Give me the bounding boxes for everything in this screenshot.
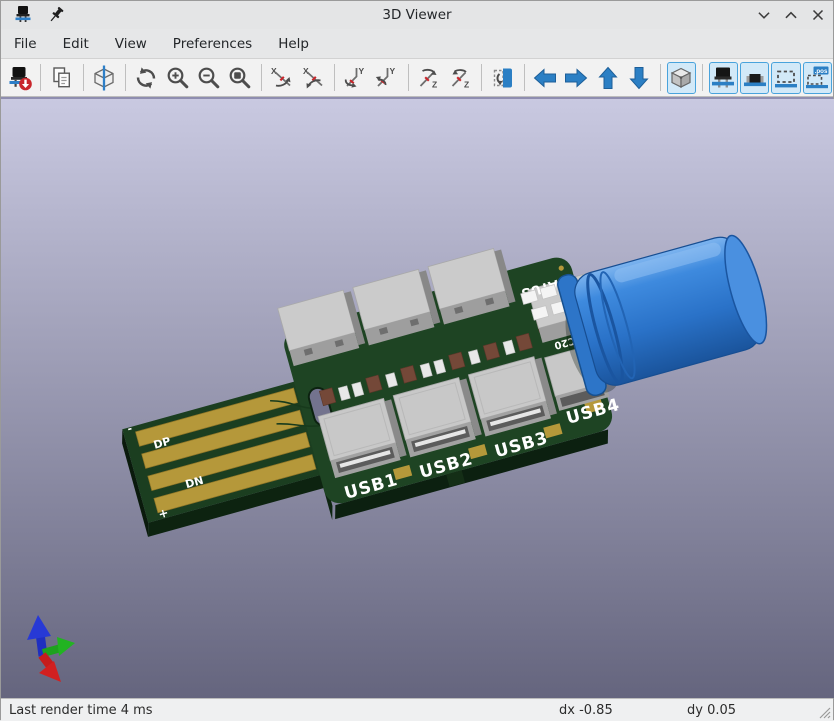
chevron-down-icon	[758, 12, 770, 19]
3d-viewport[interactable]: - DP DN + STATUS C20 USB1 USB2 USB3 USB4	[1, 97, 834, 698]
svg-text:Z: Z	[432, 79, 437, 89]
move-left-button[interactable]	[530, 62, 559, 94]
through-hole-component-icon	[712, 67, 735, 87]
svg-text:Z: Z	[464, 79, 469, 89]
arrow-up-icon	[598, 66, 618, 89]
smd-models-toggle[interactable]	[740, 61, 770, 94]
close-button[interactable]	[809, 6, 827, 24]
rotate-z-ccw-button[interactable]: Z	[446, 62, 475, 94]
render-time-text: Last render time 4 ms	[9, 702, 153, 718]
zoom-fit-icon	[229, 67, 251, 88]
status-bar: Last render time 4 ms dx -0.85 dy 0.05	[1, 698, 833, 721]
toolbar-separator	[40, 64, 42, 91]
smd-component-icon	[743, 73, 766, 86]
toolbar-separator	[481, 64, 483, 91]
toolbar-separator	[659, 64, 661, 91]
redraw-button[interactable]	[132, 62, 161, 94]
menu-preferences[interactable]: Preferences	[160, 30, 265, 58]
rotate-z-cw-icon: Z	[420, 68, 438, 89]
reload-board-button[interactable]	[5, 62, 34, 94]
zoom-out-icon	[198, 67, 220, 88]
ortho-cube-icon	[670, 67, 692, 88]
reload-board-icon	[9, 66, 32, 90]
menu-file[interactable]: File	[1, 30, 50, 58]
menu-help[interactable]: Help	[265, 30, 322, 58]
refresh-icon	[136, 66, 156, 89]
svg-text:.pos: .pos	[815, 67, 828, 74]
rotate-y-ccw-icon: Y	[375, 66, 396, 87]
zoom-in-button[interactable]	[163, 62, 192, 94]
arrow-left-icon	[533, 67, 557, 88]
copy-icon	[53, 66, 70, 87]
th-models-toggle[interactable]	[708, 61, 738, 94]
rotate-y-cw-icon: Y	[344, 66, 364, 88]
flip-board-icon	[493, 68, 512, 87]
pos-file-outline-icon: .pos	[806, 66, 829, 88]
pos-models-toggle[interactable]: .pos	[802, 61, 832, 94]
svg-text:X: X	[303, 66, 309, 76]
toolbar-separator	[407, 64, 409, 91]
svg-text:X: X	[271, 66, 277, 76]
maximize-button[interactable]	[782, 6, 800, 24]
3d-scene: - DP DN + STATUS C20 USB1 USB2 USB3 USB4	[1, 99, 834, 698]
svg-text:Y: Y	[358, 66, 364, 76]
rotate-x-ccw-icon: X	[303, 66, 323, 88]
move-up-button[interactable]	[593, 62, 622, 94]
cube-axis-icon	[94, 65, 114, 90]
window-title: 3D Viewer	[382, 7, 452, 23]
menu-bar: File Edit View Preferences Help	[1, 29, 833, 59]
window-controls	[755, 6, 827, 24]
virtual-component-outline-icon	[774, 70, 797, 87]
svg-text:Y: Y	[390, 66, 396, 76]
arrow-right-icon	[565, 67, 588, 88]
ortho-projection-toggle[interactable]	[666, 61, 696, 94]
copy-image-button[interactable]	[47, 62, 76, 94]
title-bar: 3D Viewer	[1, 1, 833, 29]
rotate-y-ccw-button[interactable]: Y	[373, 62, 402, 94]
toolbar-separator	[701, 64, 703, 91]
resize-grip-icon[interactable]	[817, 705, 831, 719]
rotate-z-cw-button[interactable]: Z	[415, 62, 444, 94]
virtual-models-toggle[interactable]	[771, 61, 801, 94]
minimize-button[interactable]	[755, 6, 773, 24]
zoom-out-button[interactable]	[194, 62, 223, 94]
zoom-in-icon	[167, 67, 188, 88]
toolbar-separator	[523, 64, 525, 91]
toolbar-separator	[124, 64, 126, 91]
arrow-down-icon	[629, 66, 649, 89]
zoom-fit-button[interactable]	[226, 62, 255, 94]
toolbar-separator	[82, 64, 84, 91]
menu-edit[interactable]: Edit	[50, 30, 102, 58]
rotate-z-ccw-icon: Z	[451, 68, 469, 89]
move-right-button[interactable]	[562, 62, 591, 94]
toolbar: X X Y Y Z Z .pos	[1, 59, 833, 97]
render-engine-button[interactable]	[89, 62, 118, 94]
rotate-x-ccw-button[interactable]: X	[299, 62, 328, 94]
move-down-button[interactable]	[624, 62, 653, 94]
close-icon	[812, 9, 824, 21]
toolbar-separator	[334, 64, 336, 91]
dy-value: dy 0.05	[687, 702, 737, 718]
chevron-up-icon	[785, 11, 797, 19]
menu-view[interactable]: View	[102, 30, 160, 58]
toolbar-separator	[260, 64, 262, 91]
flip-board-button[interactable]	[488, 62, 517, 94]
rotate-x-cw-button[interactable]: X	[268, 62, 297, 94]
rotate-y-cw-button[interactable]: Y	[341, 62, 370, 94]
dx-value: dx -0.85	[559, 702, 613, 718]
rotate-x-cw-icon: X	[271, 66, 291, 87]
